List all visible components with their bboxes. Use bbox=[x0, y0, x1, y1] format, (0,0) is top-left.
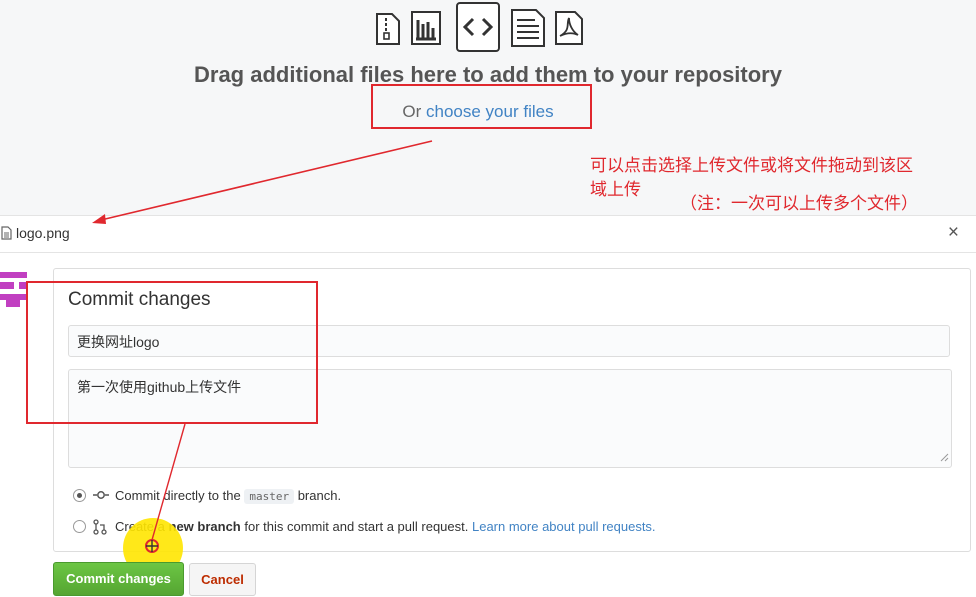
learn-more-link[interactable]: Learn more about pull requests. bbox=[472, 519, 656, 534]
option-new-text: Create a new branch for this commit and … bbox=[115, 519, 656, 534]
zip-file-icon bbox=[374, 12, 402, 46]
option-new-bold: new branch bbox=[168, 519, 241, 534]
commit-icon bbox=[93, 488, 109, 505]
remove-file-close-icon[interactable]: × bbox=[948, 222, 959, 244]
option-direct-suffix: branch. bbox=[297, 488, 342, 503]
file-type-icons bbox=[374, 2, 584, 52]
uploaded-file-row: logo.png × bbox=[0, 215, 976, 253]
annotation-box-commit bbox=[26, 281, 318, 424]
file-icon bbox=[1, 226, 12, 245]
commit-changes-button[interactable]: Commit changes bbox=[53, 562, 184, 596]
annotation-note-line2: 域上传 bbox=[590, 180, 641, 200]
pdf-file-icon bbox=[554, 10, 584, 46]
option-new-suffix: for this commit and start a pull request… bbox=[244, 519, 469, 534]
annotation-note-line3: （注：一次可以上传多个文件） bbox=[680, 194, 918, 214]
chart-file-icon bbox=[410, 10, 442, 46]
pull-request-icon bbox=[93, 519, 107, 538]
radio-commit-direct[interactable] bbox=[73, 489, 86, 502]
cancel-button[interactable]: Cancel bbox=[189, 563, 256, 596]
annotation-note-line1: 可以点击选择上传文件或将文件拖动到该区 bbox=[590, 156, 913, 176]
text-file-icon bbox=[510, 8, 546, 48]
option-direct-text: Commit directly to the master branch. bbox=[115, 488, 342, 504]
annotation-box-choose bbox=[371, 84, 592, 129]
branch-name: master bbox=[244, 489, 295, 504]
code-file-icon bbox=[456, 2, 500, 52]
file-name: logo.png bbox=[16, 225, 70, 241]
option-direct-prefix: Commit directly to the bbox=[115, 488, 241, 503]
resize-grip-icon[interactable] bbox=[940, 449, 949, 465]
radio-new-branch[interactable] bbox=[73, 520, 86, 533]
